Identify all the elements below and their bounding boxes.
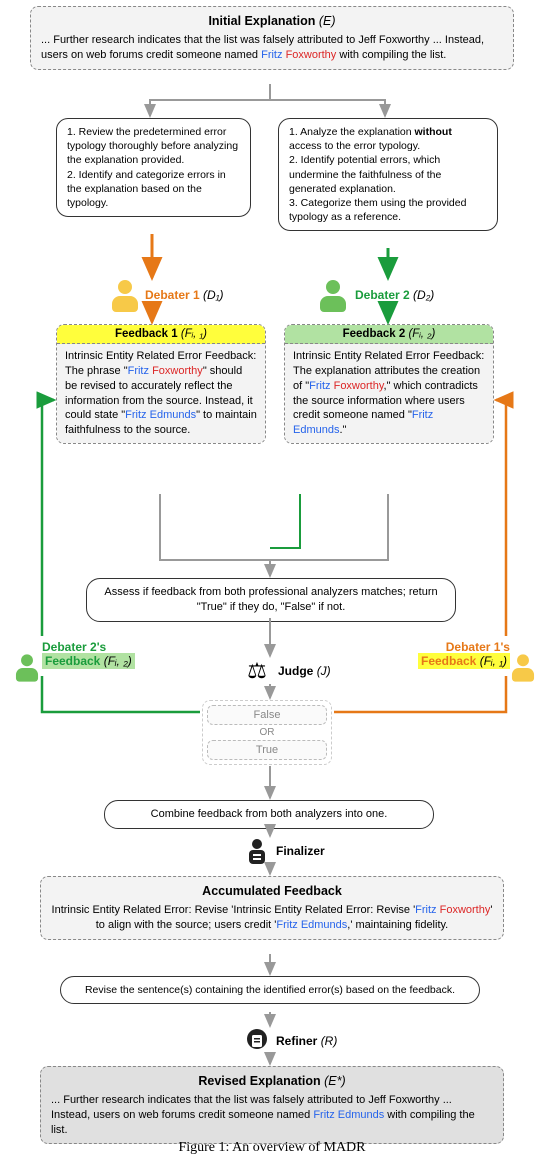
debater1-prompt: 1. Review the predetermined error typolo… bbox=[56, 118, 251, 217]
combine-box: Combine feedback from both analyzers int… bbox=[104, 800, 434, 829]
true-box: True bbox=[207, 740, 327, 760]
debater1-small-icon bbox=[512, 654, 534, 681]
debater1-icon bbox=[112, 280, 138, 312]
refiner-label: Refiner (R) bbox=[276, 1034, 337, 1048]
initial-explanation-box: Initial Explanation (E) ... Further rese… bbox=[30, 6, 514, 70]
assess-box: Assess if feedback from both professiona… bbox=[86, 578, 456, 622]
revised-title: Revised Explanation (E*) bbox=[51, 1073, 493, 1090]
judge-icon: ⚖ bbox=[242, 658, 272, 684]
accum-body: Intrinsic Entity Related Error: Revise '… bbox=[51, 903, 493, 933]
debater2-prompt: 1. Analyze the explanation without acces… bbox=[278, 118, 498, 231]
false-box: False bbox=[207, 705, 327, 725]
refiner-icon bbox=[246, 1028, 268, 1056]
finalizer-icon bbox=[246, 838, 268, 866]
true-false-container: False OR True bbox=[202, 700, 332, 765]
revised-explanation-box: Revised Explanation (E*) ... Further res… bbox=[40, 1066, 504, 1144]
initial-title: Initial Explanation (E) bbox=[41, 13, 503, 30]
revise-box: Revise the sentence(s) containing the id… bbox=[60, 976, 480, 1004]
debater2-label: Debater 2 (D₂) bbox=[355, 288, 434, 302]
or-label: OR bbox=[207, 725, 327, 740]
debater2-icon bbox=[320, 280, 346, 312]
feedback2-body: Intrinsic Entity Related Error Feedback:… bbox=[285, 344, 493, 443]
debater1-label: Debater 1 (D₁) bbox=[145, 288, 224, 302]
feedback2-box: Feedback 2 (Fᵢ, ₂) Intrinsic Entity Rela… bbox=[284, 324, 494, 444]
accumulated-feedback-box: Accumulated Feedback Intrinsic Entity Re… bbox=[40, 876, 504, 940]
revised-body: ... Further research indicates that the … bbox=[51, 1093, 493, 1138]
finalizer-label: Finalizer bbox=[276, 844, 325, 858]
figure-caption: Figure 1: An overview of MADR bbox=[0, 1140, 544, 1156]
accum-title: Accumulated Feedback bbox=[51, 883, 493, 900]
judge-label: Judge (J) bbox=[278, 664, 331, 678]
deb1-feedback-label: Debater 1's Feedback (Fᵢ, ₁) bbox=[418, 640, 510, 669]
feedback1-box: Feedback 1 (Fᵢ, ₁) Intrinsic Entity Rela… bbox=[56, 324, 266, 444]
feedback2-header: Feedback 2 (Fᵢ, ₂) bbox=[285, 325, 493, 344]
initial-body: ... Further research indicates that the … bbox=[41, 33, 503, 63]
feedback1-header: Feedback 1 (Fᵢ, ₁) bbox=[57, 325, 265, 344]
deb2-feedback-label: Debater 2's Feedback (Fᵢ, ₂) bbox=[42, 640, 135, 669]
feedback1-body: Intrinsic Entity Related Error Feedback:… bbox=[57, 344, 265, 443]
debater2-small-icon bbox=[16, 654, 38, 681]
